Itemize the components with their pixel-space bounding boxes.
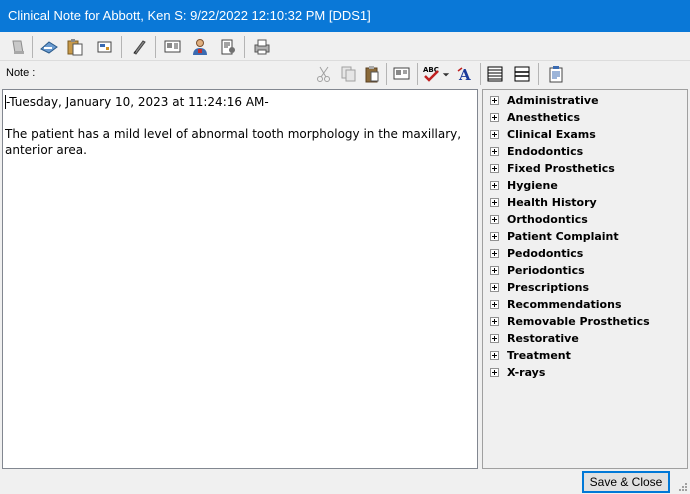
tree-item-label: Pedodontics [507, 247, 584, 260]
note-editor[interactable]: -Tuesday, January 10, 2023 at 11:24:16 A… [2, 89, 478, 469]
tree-item-label: Endodontics [507, 145, 584, 158]
save-close-button[interactable]: Save & Close [582, 471, 670, 493]
toolbar-separator [121, 36, 122, 58]
expand-plus-icon[interactable] [490, 198, 499, 207]
note-category-tree: Administrative Anesthetics Clinical Exams E… [482, 89, 688, 469]
clipboard-icon[interactable] [544, 62, 568, 86]
toolbar-separator [244, 36, 245, 58]
tree-item-label: Treatment [507, 349, 571, 362]
toolbar-separator [32, 36, 33, 58]
paste-note-icon[interactable] [63, 35, 87, 59]
tree-item[interactable]: Health History [483, 194, 687, 211]
screen-icon[interactable] [390, 62, 414, 86]
tree-item-label: Hygiene [507, 179, 558, 192]
paste-icon[interactable] [360, 62, 384, 86]
list-view-icon[interactable] [483, 62, 507, 86]
resize-grip-icon[interactable] [678, 482, 688, 492]
note-body-text: The patient has a mild level of abnormal… [5, 127, 462, 157]
expand-plus-icon[interactable] [490, 164, 499, 173]
font-icon[interactable]: A [454, 62, 478, 86]
detail-view-icon[interactable] [510, 62, 534, 86]
tree-item-label: X-rays [507, 366, 546, 379]
expand-plus-icon[interactable] [490, 113, 499, 122]
expand-plus-icon[interactable] [490, 96, 499, 105]
toolbar-separator [155, 36, 156, 58]
pen-icon[interactable] [127, 35, 151, 59]
tree-item[interactable]: Prescriptions [483, 279, 687, 296]
tree-item[interactable]: Pedodontics [483, 245, 687, 262]
eraser-icon[interactable] [6, 35, 30, 59]
tree-item[interactable]: Clinical Exams [483, 126, 687, 143]
toolbar-separator [386, 63, 387, 85]
expand-plus-icon[interactable] [490, 368, 499, 377]
patient-info-icon[interactable] [216, 35, 240, 59]
note-label: Note : [6, 67, 36, 79]
tree-item-label: Anesthetics [507, 111, 580, 124]
chevron-down-icon[interactable] [440, 62, 452, 86]
expand-plus-icon[interactable] [490, 215, 499, 224]
toolbar-separator [480, 63, 481, 85]
tree-item[interactable]: Removable Prosthetics [483, 313, 687, 330]
tree-item[interactable]: Orthodontics [483, 211, 687, 228]
tree-item[interactable]: Hygiene [483, 177, 687, 194]
tree-item-label: Administrative [507, 94, 599, 107]
tree-item[interactable]: Treatment [483, 347, 687, 364]
expand-plus-icon[interactable] [490, 283, 499, 292]
tree-item-label: Clinical Exams [507, 128, 596, 141]
tree-item[interactable]: Patient Complaint [483, 228, 687, 245]
tree-item[interactable]: Fixed Prosthetics [483, 160, 687, 177]
tree-item-label: Health History [507, 196, 597, 209]
tree-item-label: Fixed Prosthetics [507, 162, 615, 175]
print-icon[interactable] [250, 35, 274, 59]
toolbar-separator [538, 63, 539, 85]
tree-item-label: Removable Prosthetics [507, 315, 650, 328]
cut-icon[interactable] [312, 62, 336, 86]
provider-icon[interactable] [188, 35, 212, 59]
tree-item-label: Orthodontics [507, 213, 588, 226]
expand-plus-icon[interactable] [490, 232, 499, 241]
toolbar-separator [417, 63, 418, 85]
tree-item[interactable]: Periodontics [483, 262, 687, 279]
tree-item[interactable]: Endodontics [483, 143, 687, 160]
tree-item[interactable]: Recommendations [483, 296, 687, 313]
tree-item[interactable]: Restorative [483, 330, 687, 347]
main-toolbar [0, 32, 690, 61]
tree-item-label: Periodontics [507, 264, 585, 277]
expand-plus-icon[interactable] [490, 147, 499, 156]
expand-plus-icon[interactable] [490, 300, 499, 309]
tree-item-label: Restorative [507, 332, 579, 345]
template-icon[interactable] [93, 35, 117, 59]
tree-item-label: Patient Complaint [507, 230, 619, 243]
expand-plus-icon[interactable] [490, 317, 499, 326]
tree-item-label: Prescriptions [507, 281, 590, 294]
expand-plus-icon[interactable] [490, 181, 499, 190]
tree-item-label: Recommendations [507, 298, 622, 311]
expand-plus-icon[interactable] [490, 351, 499, 360]
expand-plus-icon[interactable] [490, 334, 499, 343]
expand-plus-icon[interactable] [490, 249, 499, 258]
scanner-icon[interactable] [37, 35, 61, 59]
tree-item[interactable]: Anesthetics [483, 109, 687, 126]
chart-icon[interactable] [161, 35, 185, 59]
tree-item[interactable]: Administrative [483, 92, 687, 109]
tree-item[interactable]: X-rays [483, 364, 687, 381]
copy-icon[interactable] [336, 62, 360, 86]
footer-bar: Save & Close [0, 470, 690, 494]
note-date-line: -Tuesday, January 10, 2023 at 11:24:16 A… [5, 95, 269, 109]
expand-plus-icon[interactable] [490, 130, 499, 139]
expand-plus-icon[interactable] [490, 266, 499, 275]
note-toolbar: Note : ABC A [0, 61, 690, 88]
window-title: Clinical Note for Abbott, Ken S: 9/22/20… [0, 0, 690, 32]
